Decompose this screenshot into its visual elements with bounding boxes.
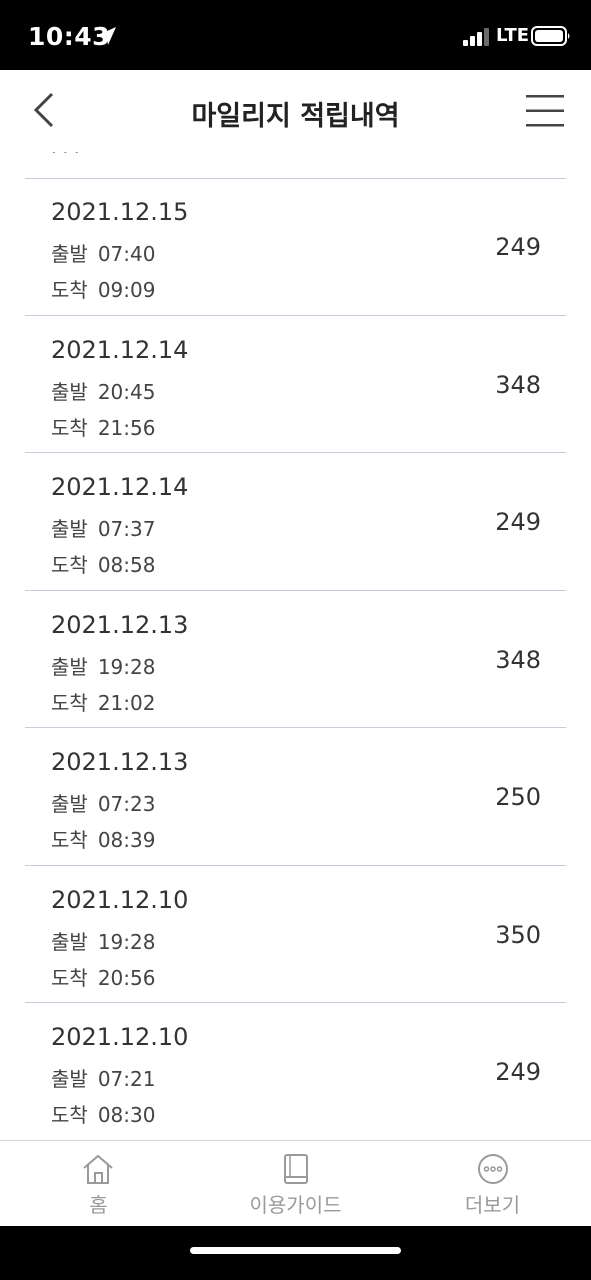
list-item[interactable]: 2021.12.14 출발 07:37 도착 08:58 249 xyxy=(25,453,566,591)
book-icon xyxy=(284,1154,308,1184)
departure-time: 07:37 xyxy=(97,517,156,541)
more-dots-icon xyxy=(478,1154,508,1184)
record-arrival: 도착 21:02 xyxy=(51,687,155,716)
departure-time: 19:28 xyxy=(97,929,156,954)
arrival-time: 21:56 xyxy=(97,415,156,440)
departure-label: 출발 xyxy=(51,242,88,266)
list-item[interactable]: 2021.12.13 출발 07:23 도착 08:39 250 xyxy=(25,728,566,866)
record-arrival: 도착 08:30 xyxy=(51,1099,155,1128)
arrival-time: 08:30 xyxy=(97,1103,156,1127)
tab-guide[interactable]: 이용가이드 xyxy=(197,1141,394,1227)
departure-label: 출발 xyxy=(51,379,88,404)
record-date: 2021.12.14 xyxy=(51,473,189,501)
record-points: 348 xyxy=(495,370,541,399)
list-item[interactable]: 2021.12.14 출발 20:45 도착 21:56 348 xyxy=(25,316,566,453)
record-arrival: 도착 20:56 xyxy=(51,962,155,991)
record-points: 350 xyxy=(495,920,541,949)
record-departure: 출발 07:37 xyxy=(51,513,155,542)
arrival-label: 도착 xyxy=(51,278,88,302)
network-type: LTE xyxy=(496,25,530,46)
arrival-time: 08:39 xyxy=(97,828,156,852)
record-departure: 출발 20:45 xyxy=(51,376,155,405)
record-arrival: 도착 08:39 xyxy=(51,824,155,853)
scrolled-row-remnant: · · · xyxy=(51,152,80,163)
record-date: 2021.12.13 xyxy=(51,748,189,776)
record-arrival: 도착 09:09 xyxy=(51,274,155,303)
list-item[interactable]: 2021.12.13 출발 19:28 도착 21:02 348 xyxy=(25,591,566,728)
departure-label: 출발 xyxy=(51,1067,88,1091)
tab-guide-label: 이용가이드 xyxy=(249,1193,342,1217)
record-departure: 출발 07:23 xyxy=(51,788,155,817)
arrival-label: 도착 xyxy=(51,965,88,990)
list-item[interactable]: 2021.12.10 출발 07:21 도착 08:30 249 xyxy=(25,1003,566,1140)
record-arrival: 도착 08:58 xyxy=(51,549,155,578)
record-points: 250 xyxy=(495,783,541,811)
record-date: 2021.12.10 xyxy=(51,1023,189,1051)
departure-time: 07:21 xyxy=(97,1067,156,1091)
arrival-label: 도착 xyxy=(51,1103,88,1127)
departure-time: 07:40 xyxy=(97,242,156,266)
tab-more[interactable]: 더보기 xyxy=(394,1141,591,1227)
record-points: 348 xyxy=(495,645,541,674)
status-bar: 10:43 LTE xyxy=(0,0,591,70)
record-date: 2021.12.14 xyxy=(51,335,189,364)
arrival-label: 도착 xyxy=(51,828,88,852)
record-date: 2021.12.15 xyxy=(51,198,189,226)
record-departure: 출발 07:21 xyxy=(51,1063,155,1092)
record-points: 249 xyxy=(495,1058,541,1086)
arrival-label: 도착 xyxy=(51,415,88,440)
record-points: 249 xyxy=(495,508,541,536)
record-points: 249 xyxy=(495,233,541,261)
location-arrow-icon xyxy=(98,27,116,45)
departure-label: 출발 xyxy=(51,929,88,954)
arrival-time: 08:58 xyxy=(97,553,156,577)
departure-time: 20:45 xyxy=(97,379,156,404)
tab-home-label: 홈 xyxy=(89,1193,108,1217)
departure-label: 출발 xyxy=(51,792,88,816)
arrival-time: 21:02 xyxy=(97,690,156,715)
home-indicator[interactable] xyxy=(190,1247,401,1254)
departure-time: 19:28 xyxy=(97,654,156,679)
tab-more-label: 더보기 xyxy=(464,1193,521,1217)
cellular-signal-icon xyxy=(463,28,489,46)
arrival-time: 09:09 xyxy=(97,278,156,302)
screen: 10:43 LTE 마일리지 적립내역 · · · 2021.12.15 출발 … xyxy=(0,0,591,1280)
record-arrival: 도착 21:56 xyxy=(51,412,155,441)
record-date: 2021.12.13 xyxy=(51,610,189,639)
record-departure: 출발 19:28 xyxy=(51,651,155,680)
arrival-time: 20:56 xyxy=(97,965,156,990)
home-icon xyxy=(83,1154,113,1184)
app-header: 마일리지 적립내역 xyxy=(0,70,591,152)
page-title: 마일리지 적립내역 xyxy=(191,101,400,132)
list-item[interactable]: 2021.12.10 출발 19:28 도착 20:56 350 xyxy=(25,866,566,1003)
departure-label: 출발 xyxy=(51,654,88,679)
records-list: 2021.12.15 출발 07:40 도착 09:09 249 2021.12.14 출발 2… xyxy=(25,178,566,1140)
tab-home[interactable]: 홈 xyxy=(0,1141,197,1227)
record-departure: 출발 19:28 xyxy=(51,926,155,955)
list-item[interactable]: 2021.12.15 출발 07:40 도착 09:09 249 xyxy=(25,178,566,316)
hamburger-menu-icon[interactable] xyxy=(524,92,566,130)
battery-icon xyxy=(531,26,570,46)
record-departure: 출발 07:40 xyxy=(51,238,155,267)
bottom-tab-bar: 홈 이용가이드 더보기 xyxy=(0,1140,591,1227)
departure-time: 07:23 xyxy=(97,792,156,816)
list-item-partial: · · · xyxy=(25,152,566,179)
mileage-list[interactable]: · · · 2021.12.15 출발 07:40 도착 09:09 249 2021.12… xyxy=(0,152,591,1140)
record-date: 2021.12.10 xyxy=(51,885,189,914)
departure-label: 출발 xyxy=(51,517,88,541)
home-indicator-area xyxy=(0,1226,591,1280)
arrival-label: 도착 xyxy=(51,553,88,577)
arrival-label: 도착 xyxy=(51,690,88,715)
